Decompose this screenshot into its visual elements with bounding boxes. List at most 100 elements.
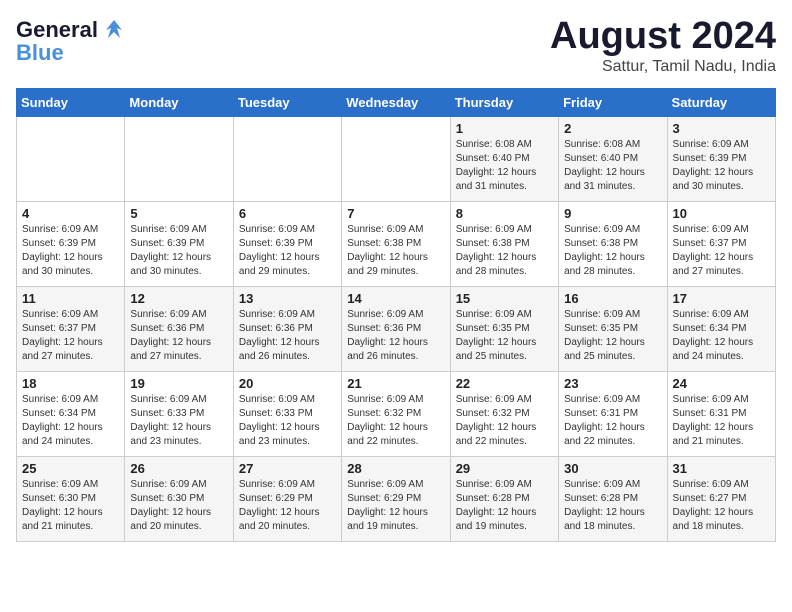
- day-number: 20: [239, 376, 336, 391]
- calendar-cell: 16 Sunrise: 6:09 AM Sunset: 6:35 PM Dayli…: [559, 286, 667, 371]
- day-info: Sunrise: 6:09 AM Sunset: 6:36 PM Dayligh…: [239, 308, 336, 364]
- calendar-cell: 8 Sunrise: 6:09 AM Sunset: 6:38 PM Daylig…: [450, 201, 558, 286]
- calendar-week-2: 4Sunrise: 6:09 AM Sunset: 6:39 PM Daylig…: [17, 201, 776, 286]
- calendar-cell: 27 Sunrise: 6:09 AM Sunset: 6:29 PM Dayli…: [233, 456, 341, 541]
- calendar-cell: 5 Sunrise: 6:09 AM Sunset: 6:39 PM Daylig…: [125, 201, 233, 286]
- calendar-cell: 9 Sunrise: 6:09 AM Sunset: 6:38 PM Daylig…: [559, 201, 667, 286]
- calendar-cell: 28Sunrise: 6:09 AM Sunset: 6:29 PM Dayli…: [342, 456, 450, 541]
- calendar-cell: 13 Sunrise: 6:09 AM Sunset: 6:36 PM Dayli…: [233, 286, 341, 371]
- calendar-cell: 7 Sunrise: 6:09 AM Sunset: 6:38 PM Daylig…: [342, 201, 450, 286]
- day-number: 5: [130, 206, 227, 221]
- day-number: 2: [564, 121, 661, 136]
- day-info: Sunrise: 6:09 AM Sunset: 6:32 PM Dayligh…: [456, 393, 553, 449]
- day-info: Sunrise: 6:09 AM Sunset: 6:39 PM Dayligh…: [673, 138, 770, 194]
- day-number: 22: [456, 376, 553, 391]
- day-number: 14: [347, 291, 444, 306]
- day-info: Sunrise: 6:09 AM Sunset: 6:39 PM Dayligh…: [22, 223, 119, 279]
- calendar-cell: 24Sunrise: 6:09 AM Sunset: 6:31 PM Dayli…: [667, 371, 775, 456]
- header-cell-tuesday: Tuesday: [233, 88, 341, 116]
- day-info: Sunrise: 6:09 AM Sunset: 6:29 PM Dayligh…: [239, 478, 336, 534]
- day-info: Sunrise: 6:09 AM Sunset: 6:38 PM Dayligh…: [564, 223, 661, 279]
- day-info: Sunrise: 6:09 AM Sunset: 6:35 PM Dayligh…: [564, 308, 661, 364]
- day-number: 16: [564, 291, 661, 306]
- day-info: Sunrise: 6:09 AM Sunset: 6:34 PM Dayligh…: [673, 308, 770, 364]
- day-info: Sunrise: 6:09 AM Sunset: 6:37 PM Dayligh…: [673, 223, 770, 279]
- day-number: 18: [22, 376, 119, 391]
- day-number: 21: [347, 376, 444, 391]
- day-info: Sunrise: 6:09 AM Sunset: 6:36 PM Dayligh…: [130, 308, 227, 364]
- logo: General Blue: [16, 16, 128, 66]
- day-info: Sunrise: 6:09 AM Sunset: 6:34 PM Dayligh…: [22, 393, 119, 449]
- day-number: 12: [130, 291, 227, 306]
- day-number: 7: [347, 206, 444, 221]
- day-info: Sunrise: 6:09 AM Sunset: 6:27 PM Dayligh…: [673, 478, 770, 534]
- calendar-cell: 4Sunrise: 6:09 AM Sunset: 6:39 PM Daylig…: [17, 201, 125, 286]
- day-info: Sunrise: 6:09 AM Sunset: 6:33 PM Dayligh…: [239, 393, 336, 449]
- calendar-week-5: 25 Sunrise: 6:09 AM Sunset: 6:30 PM Dayli…: [17, 456, 776, 541]
- day-number: 9: [564, 206, 661, 221]
- day-info: Sunrise: 6:09 AM Sunset: 6:31 PM Dayligh…: [564, 393, 661, 449]
- day-number: 10: [673, 206, 770, 221]
- day-number: 17: [673, 291, 770, 306]
- day-number: 11: [22, 291, 119, 306]
- calendar-cell: 21 Sunrise: 6:09 AM Sunset: 6:32 PM Dayli…: [342, 371, 450, 456]
- day-info: Sunrise: 6:08 AM Sunset: 6:40 PM Dayligh…: [456, 138, 553, 194]
- day-info: Sunrise: 6:09 AM Sunset: 6:32 PM Dayligh…: [347, 393, 444, 449]
- header-cell-thursday: Thursday: [450, 88, 558, 116]
- day-info: Sunrise: 6:09 AM Sunset: 6:38 PM Dayligh…: [456, 223, 553, 279]
- calendar-cell: 30 Sunrise: 6:09 AM Sunset: 6:28 PM Dayli…: [559, 456, 667, 541]
- day-number: 24: [673, 376, 770, 391]
- day-number: 30: [564, 461, 661, 476]
- header-cell-friday: Friday: [559, 88, 667, 116]
- header-cell-sunday: Sunday: [17, 88, 125, 116]
- calendar-cell: 25 Sunrise: 6:09 AM Sunset: 6:30 PM Dayli…: [17, 456, 125, 541]
- day-info: Sunrise: 6:09 AM Sunset: 6:37 PM Dayligh…: [22, 308, 119, 364]
- calendar-table: SundayMondayTuesdayWednesdayThursdayFrid…: [16, 88, 776, 542]
- day-info: Sunrise: 6:09 AM Sunset: 6:36 PM Dayligh…: [347, 308, 444, 364]
- day-number: 23: [564, 376, 661, 391]
- calendar-cell: 22 Sunrise: 6:09 AM Sunset: 6:32 PM Dayli…: [450, 371, 558, 456]
- day-number: 25: [22, 461, 119, 476]
- day-info: Sunrise: 6:08 AM Sunset: 6:40 PM Dayligh…: [564, 138, 661, 194]
- day-info: Sunrise: 6:09 AM Sunset: 6:38 PM Dayligh…: [347, 223, 444, 279]
- logo-bird-icon: [100, 16, 128, 44]
- day-info: Sunrise: 6:09 AM Sunset: 6:30 PM Dayligh…: [130, 478, 227, 534]
- calendar-cell: [125, 116, 233, 201]
- calendar-cell: [342, 116, 450, 201]
- calendar-cell: 1Sunrise: 6:08 AM Sunset: 6:40 PM Daylig…: [450, 116, 558, 201]
- calendar-cell: 18 Sunrise: 6:09 AM Sunset: 6:34 PM Dayli…: [17, 371, 125, 456]
- header-cell-wednesday: Wednesday: [342, 88, 450, 116]
- day-info: Sunrise: 6:09 AM Sunset: 6:30 PM Dayligh…: [22, 478, 119, 534]
- title-area: August 2024 Sattur, Tamil Nadu, India: [550, 16, 776, 76]
- day-number: 28: [347, 461, 444, 476]
- day-info: Sunrise: 6:09 AM Sunset: 6:35 PM Dayligh…: [456, 308, 553, 364]
- calendar-cell: 19 Sunrise: 6:09 AM Sunset: 6:33 PM Dayli…: [125, 371, 233, 456]
- page-title: August 2024: [550, 16, 776, 58]
- calendar-cell: 12 Sunrise: 6:09 AM Sunset: 6:36 PM Dayli…: [125, 286, 233, 371]
- calendar-cell: 6Sunrise: 6:09 AM Sunset: 6:39 PM Daylig…: [233, 201, 341, 286]
- calendar-cell: 14 Sunrise: 6:09 AM Sunset: 6:36 PM Dayli…: [342, 286, 450, 371]
- calendar-cell: 10 Sunrise: 6:09 AM Sunset: 6:37 PM Dayli…: [667, 201, 775, 286]
- day-number: 19: [130, 376, 227, 391]
- calendar-cell: 3 Sunrise: 6:09 AM Sunset: 6:39 PM Daylig…: [667, 116, 775, 201]
- day-info: Sunrise: 6:09 AM Sunset: 6:39 PM Dayligh…: [130, 223, 227, 279]
- calendar-body: 1Sunrise: 6:08 AM Sunset: 6:40 PM Daylig…: [17, 116, 776, 541]
- day-number: 31: [673, 461, 770, 476]
- day-info: Sunrise: 6:09 AM Sunset: 6:28 PM Dayligh…: [564, 478, 661, 534]
- day-number: 8: [456, 206, 553, 221]
- day-number: 13: [239, 291, 336, 306]
- day-info: Sunrise: 6:09 AM Sunset: 6:33 PM Dayligh…: [130, 393, 227, 449]
- calendar-cell: 15Sunrise: 6:09 AM Sunset: 6:35 PM Dayli…: [450, 286, 558, 371]
- calendar-cell: 11 Sunrise: 6:09 AM Sunset: 6:37 PM Dayli…: [17, 286, 125, 371]
- calendar-cell: [233, 116, 341, 201]
- day-number: 27: [239, 461, 336, 476]
- calendar-week-4: 18 Sunrise: 6:09 AM Sunset: 6:34 PM Dayli…: [17, 371, 776, 456]
- page-subtitle: Sattur, Tamil Nadu, India: [550, 58, 776, 76]
- day-number: 3: [673, 121, 770, 136]
- calendar-cell: 20 Sunrise: 6:09 AM Sunset: 6:33 PM Dayli…: [233, 371, 341, 456]
- calendar-week-3: 11 Sunrise: 6:09 AM Sunset: 6:37 PM Dayli…: [17, 286, 776, 371]
- day-number: 26: [130, 461, 227, 476]
- calendar-cell: 23 Sunrise: 6:09 AM Sunset: 6:31 PM Dayli…: [559, 371, 667, 456]
- calendar-cell: 29Sunrise: 6:09 AM Sunset: 6:28 PM Dayli…: [450, 456, 558, 541]
- calendar-cell: 2 Sunrise: 6:08 AM Sunset: 6:40 PM Daylig…: [559, 116, 667, 201]
